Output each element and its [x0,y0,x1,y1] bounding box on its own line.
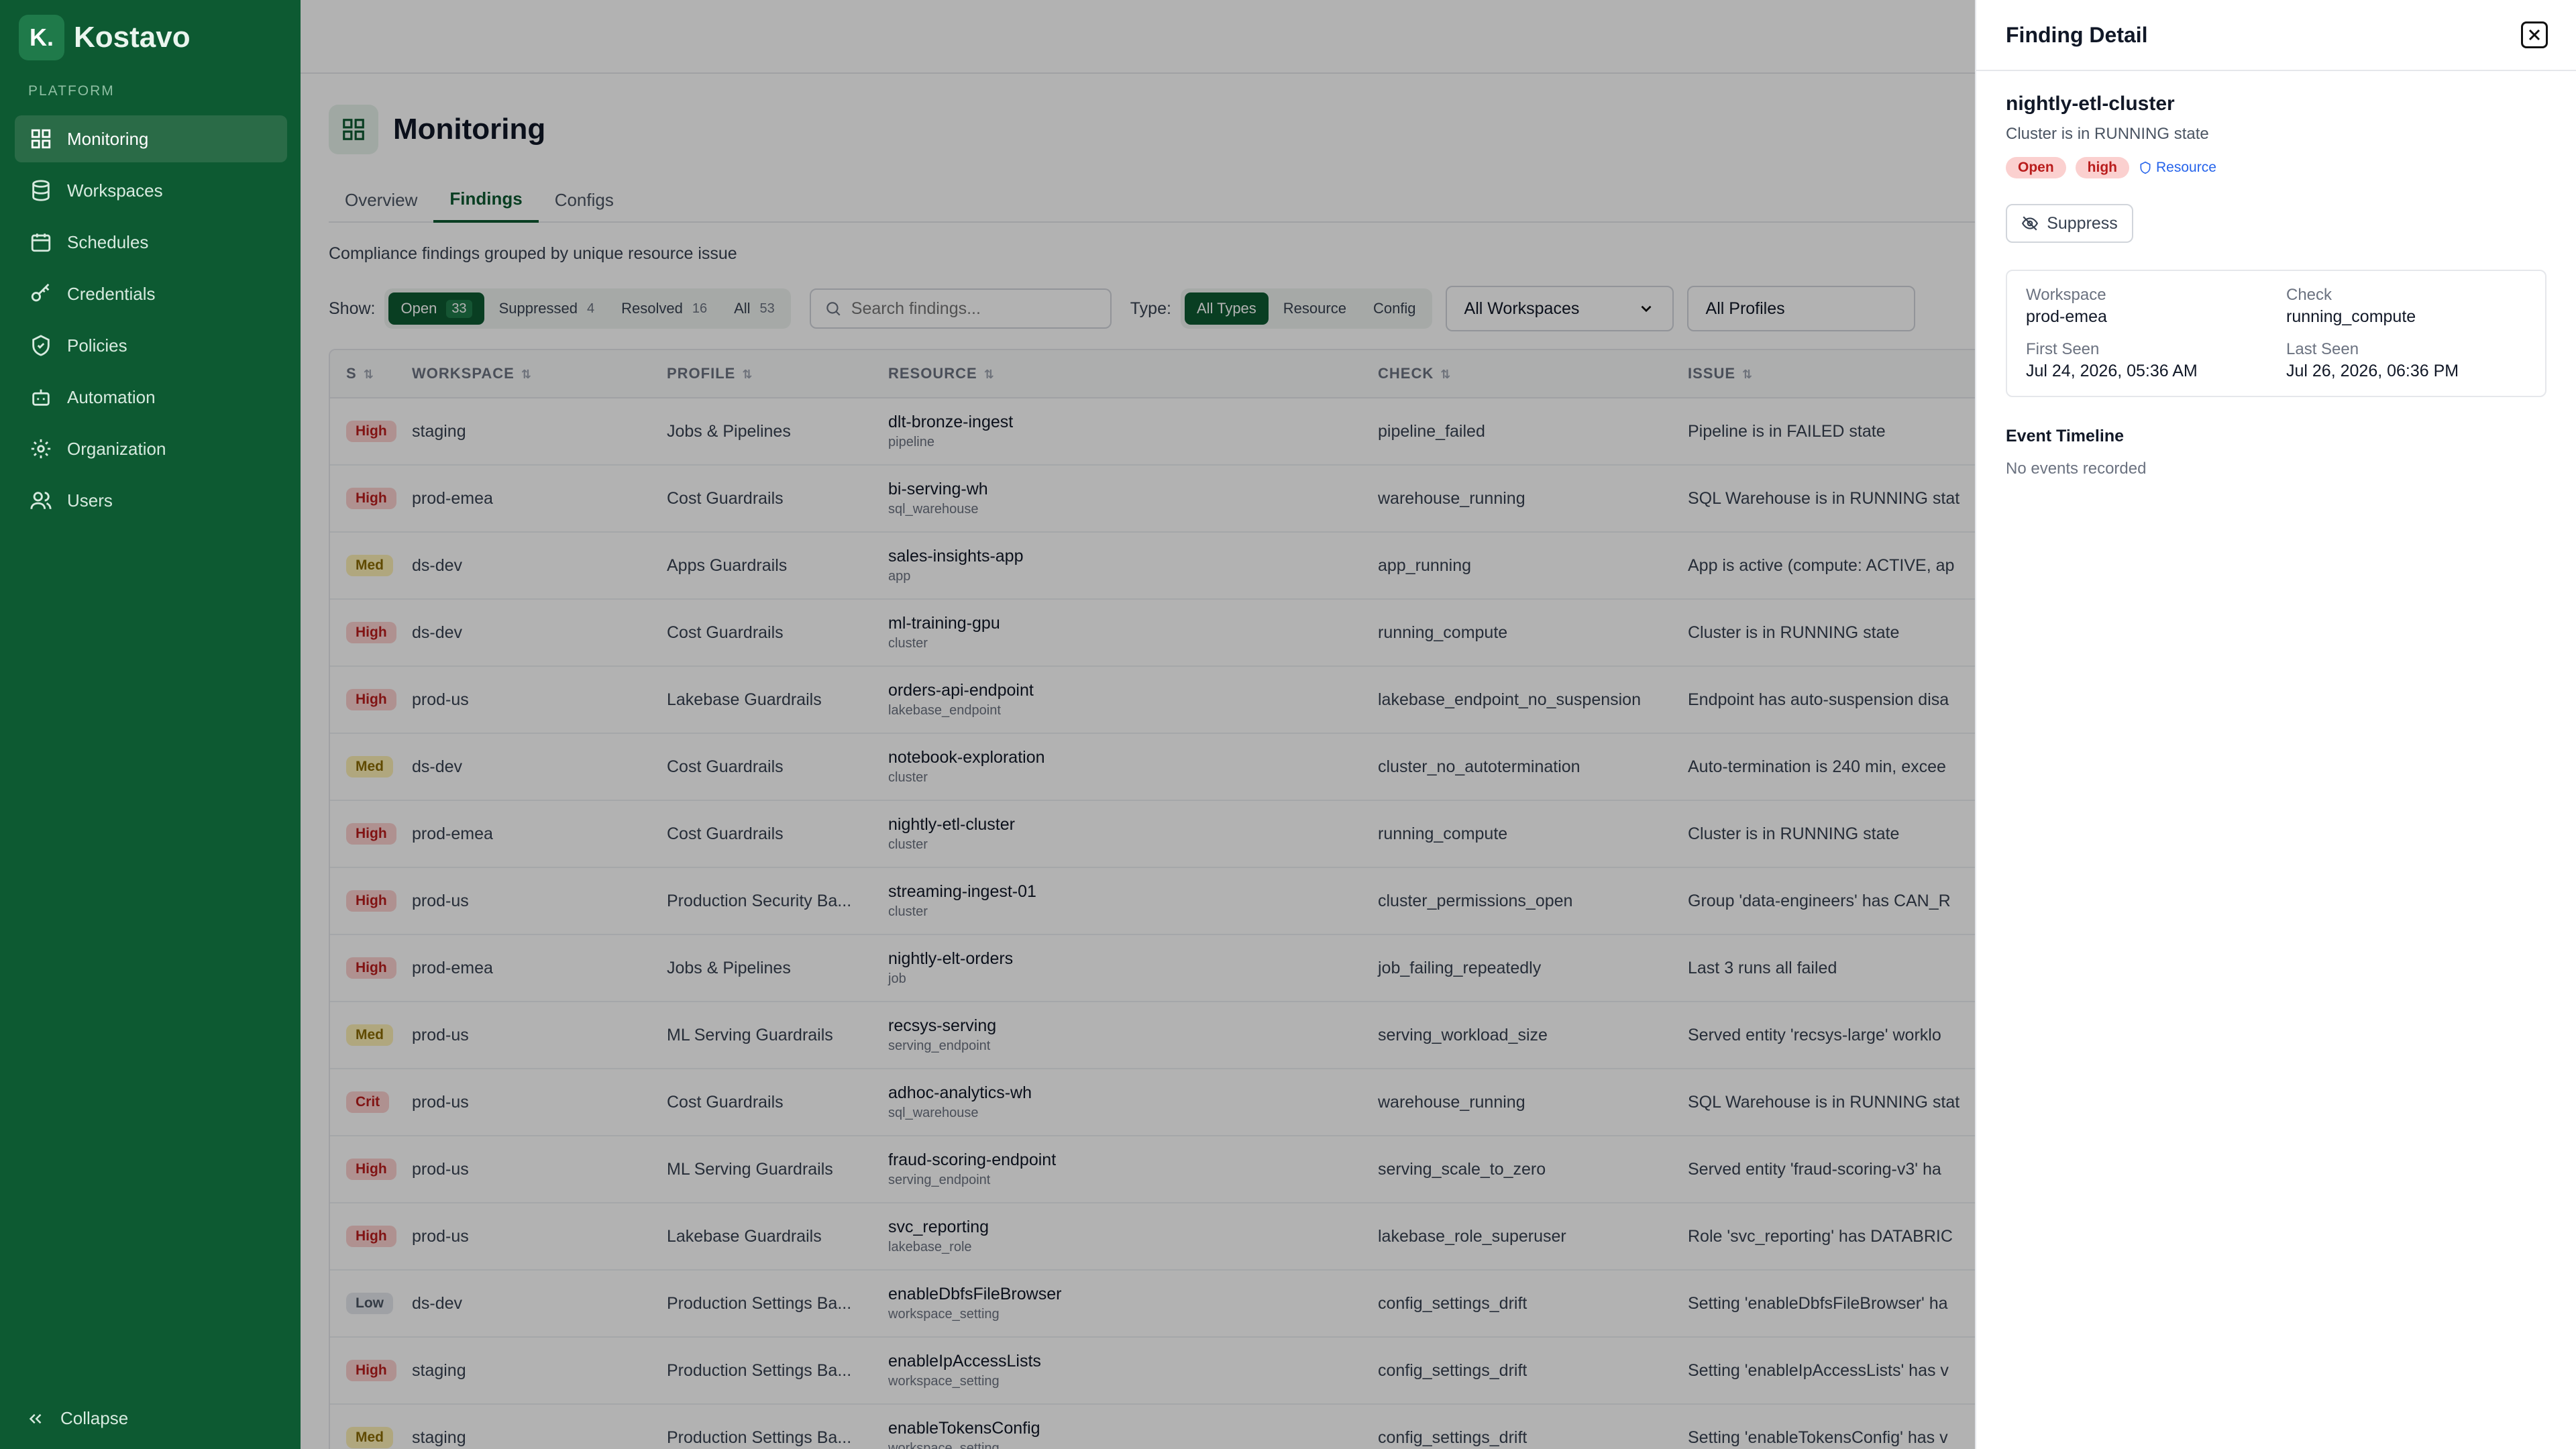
resource-link[interactable]: Resource [2139,160,2216,176]
sidebar-item-users[interactable]: Users [15,477,287,524]
detail-resource-name: nightly-etl-cluster [2006,93,2175,115]
field-value: Jul 24, 2026, 05:36 AM [2026,362,2198,380]
sidebar-item-label: Credentials [67,283,156,304]
sidebar-item-credentials[interactable]: Credentials [15,270,287,317]
shield-icon [2140,161,2151,174]
resource-link-label: Resource [2156,160,2216,175]
eye-off-icon [2022,216,2039,231]
status-badge: Open [2006,157,2066,178]
sidebar-item-label: Automation [67,386,156,407]
sidebar-item-label: Users [67,490,113,511]
brand-name: Kostavo [74,21,191,54]
key-icon [31,283,50,302]
event-timeline-title: Event Timeline [2006,427,2124,445]
field-key: First Seen [2026,340,2100,358]
sidebar: K. Kostavo PLATFORM Monitoring Workspace… [0,0,301,1449]
sidebar-nav: Monitoring Workspaces Schedules Credenti… [15,115,287,529]
chevrons-left-icon [29,1413,42,1424]
collapse-button[interactable]: Collapse [25,1408,128,1429]
field-value: prod-emea [2026,307,2107,326]
modal-backdrop[interactable] [301,0,1975,1449]
detail-fields-card: Workspace prod-emea Check running_compute … [2006,270,2546,397]
sidebar-item-label: Monitoring [67,128,149,149]
panel-header: Finding Detail [1976,0,2576,71]
grid-icon [31,129,51,149]
sidebar-item-label: Policies [67,335,127,356]
database-icon [32,180,50,201]
brand-logo: K. [19,15,64,60]
field-first-seen: First Seen Jul 24, 2026, 05:36 AM [2026,340,2286,381]
collapse-label: Collapse [60,1408,129,1428]
field-key: Workspace [2026,286,2106,304]
brand[interactable]: K. Kostavo [19,15,191,60]
field-key: Last Seen [2286,340,2359,358]
sidebar-item-label: Schedules [67,231,149,252]
sidebar-item-label: Organization [67,438,166,459]
sidebar-item-workspaces[interactable]: Workspaces [15,167,287,214]
field-workspace: Workspace prod-emea [2026,286,2286,327]
suppress-button[interactable]: Suppress [2006,204,2133,243]
field-last-seen: Last Seen Jul 26, 2026, 06:36 PM [2286,340,2546,381]
bot-icon [32,389,50,406]
sidebar-item-policies[interactable]: Policies [15,322,287,369]
nav-section-label: PLATFORM [28,83,115,99]
panel-title: Finding Detail [2006,22,2148,47]
sidebar-item-organization[interactable]: Organization [15,425,287,472]
panel-body: nightly-etl-cluster Cluster is in RUNNIN… [1976,71,2576,500]
detail-tags: Open high Resource [2006,157,2546,178]
severity-badge: high [2075,157,2129,178]
close-button[interactable] [2521,21,2548,48]
gear-icon [31,439,51,459]
detail-description: Cluster is in RUNNING state [2006,125,2209,143]
sidebar-item-monitoring[interactable]: Monitoring [15,115,287,162]
users-icon [30,492,52,509]
calendar-icon [31,233,51,252]
sidebar-item-automation[interactable]: Automation [15,374,287,421]
sidebar-item-label: Workspaces [67,180,163,201]
suppress-label: Suppress [2047,213,2118,233]
event-timeline-empty: No events recorded [2006,460,2147,478]
field-value: Jul 26, 2026, 06:36 PM [2286,362,2459,380]
field-value: running_compute [2286,307,2416,326]
finding-detail-panel: Finding Detail nightly-etl-cluster Clust… [1975,0,2576,1449]
field-key: Check [2286,286,2332,304]
sidebar-item-schedules[interactable]: Schedules [15,219,287,266]
close-icon [2528,29,2540,41]
shield-icon [32,335,50,356]
field-check: Check running_compute [2286,286,2546,327]
